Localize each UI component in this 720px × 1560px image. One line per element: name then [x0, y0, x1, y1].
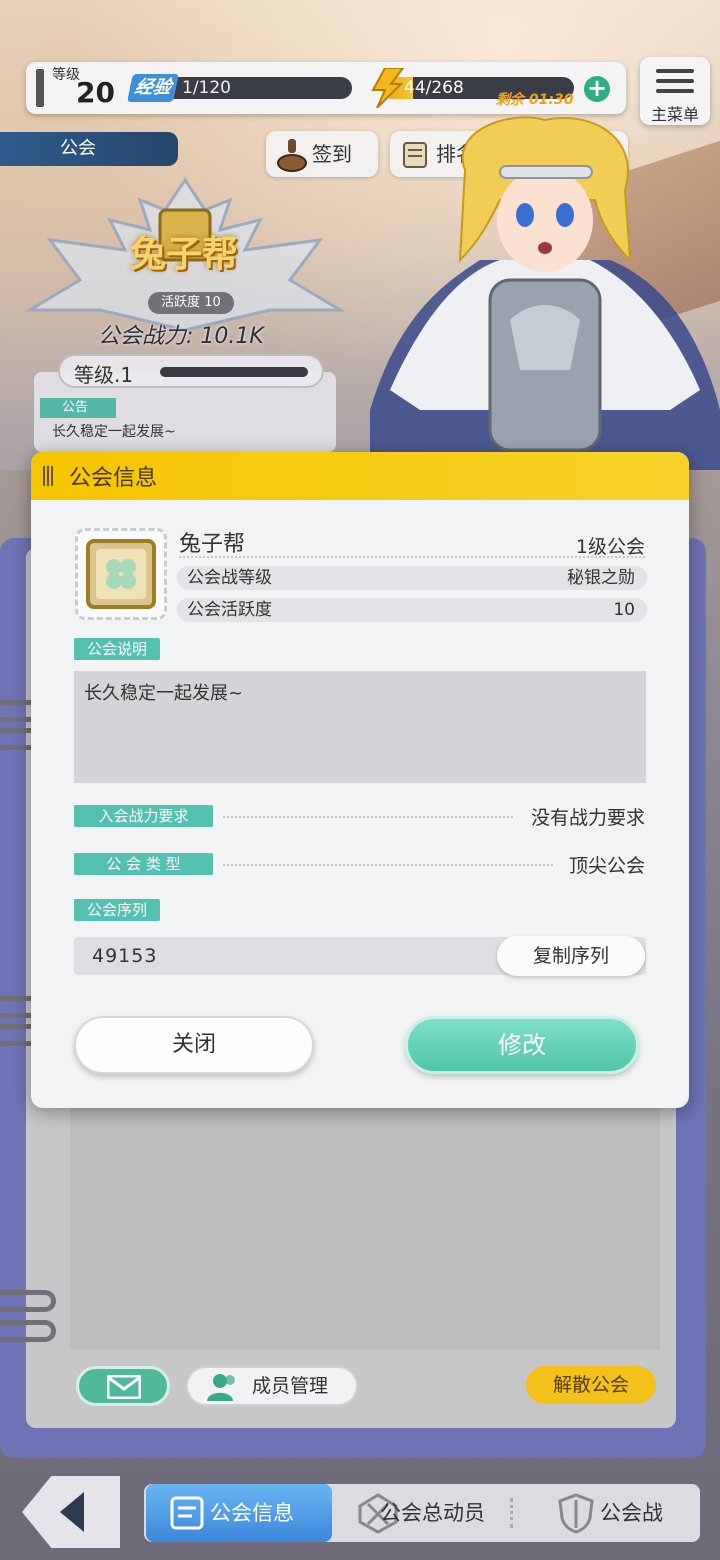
dialog-title: 公会信息	[69, 466, 158, 491]
member-management-button[interactable]: 成员管理	[186, 1366, 358, 1406]
dialog-guild-rank: 1级公会	[575, 536, 645, 558]
back-arrow-icon	[60, 1492, 84, 1532]
guild-crest	[75, 528, 167, 620]
shield-icon	[558, 1493, 594, 1534]
stamina-value: 44/268	[404, 78, 464, 98]
guild-type-tag: 公 会 类 型	[74, 853, 213, 875]
close-button[interactable]: 关闭	[74, 1016, 314, 1074]
notebook-ring	[0, 1290, 56, 1312]
tab-guild-war[interactable]: 公会战	[536, 1484, 696, 1542]
level-value: 20	[76, 76, 115, 109]
grip-icon	[43, 466, 55, 486]
guild-info-dialog: 公会信息 兔子帮 1级公会 公会战等级 秘银之勋 公会活跃度 10 公会说明 长…	[31, 452, 689, 1108]
info-value: 秘银之勋	[567, 568, 635, 588]
tab-guild-mobilization[interactable]: 公会总动员	[336, 1484, 508, 1542]
guild-name-title: 兔子帮	[130, 234, 239, 275]
tab-guild-info[interactable]: 公会信息	[146, 1484, 332, 1542]
divider	[223, 816, 513, 818]
bottom-tab-bar: 公会信息 公会总动员 公会战	[144, 1484, 700, 1542]
guild-activity-badge: 活跃度 10	[148, 292, 234, 314]
guild-level-bar: 等级.1	[58, 354, 324, 388]
edit-button[interactable]: 修改	[405, 1016, 639, 1074]
tab-guild-mobilization-label: 公会总动员	[380, 1501, 485, 1525]
tab-divider	[510, 1498, 513, 1528]
dialog-header: 公会信息	[31, 452, 689, 500]
guild-section-tag: 公会	[0, 132, 178, 166]
tab-guild-info-label: 公会信息	[210, 1501, 294, 1525]
exp-value: 1/120	[182, 78, 231, 98]
guild-level-progress	[160, 367, 308, 377]
guild-type-value: 顶尖公会	[568, 855, 645, 877]
description-tag: 公会说明	[74, 638, 160, 660]
info-row-activity: 公会活跃度 10	[177, 598, 647, 622]
info-value: 10	[613, 600, 635, 620]
exp-tag: 经验	[127, 74, 179, 102]
notebook-ring	[0, 1320, 56, 1342]
guild-level-label: 等级.1	[74, 363, 134, 387]
guild-info-icon	[170, 1496, 204, 1530]
members-icon	[207, 1374, 235, 1401]
clover-icon	[86, 539, 156, 609]
power-requirement-tag: 入会战力要求	[74, 805, 213, 827]
info-row-war-level: 公会战等级 秘银之勋	[177, 566, 647, 590]
tab-guild-war-label: 公会战	[600, 1501, 663, 1525]
copy-serial-button[interactable]: 复制序列	[497, 936, 645, 976]
serial-tag: 公会序列	[74, 899, 160, 921]
mail-button[interactable]	[76, 1366, 170, 1406]
level-divider	[36, 69, 44, 107]
stamp-icon	[277, 139, 307, 172]
power-requirement-value: 没有战力要求	[530, 807, 645, 829]
menu-icon	[656, 69, 694, 99]
dialog-guild-name: 兔子帮	[179, 532, 246, 557]
divider	[223, 864, 553, 866]
add-stamina-button[interactable]: +	[584, 76, 610, 102]
notebook-paper	[70, 1100, 660, 1350]
divider	[179, 556, 645, 558]
notice-text: 长久稳定一起发展~	[52, 424, 176, 440]
info-key: 公会活跃度	[187, 600, 272, 620]
mail-icon	[107, 1375, 141, 1399]
member-management-label: 成员管理	[252, 1375, 329, 1397]
character-illustration	[370, 116, 720, 470]
guild-description: 长久稳定一起发展~	[74, 671, 646, 783]
stamina-timer: 剩余 01:30	[496, 92, 574, 108]
player-status-bar: 等级 20 经验 1/120 44/268 剩余 01:30 +	[26, 62, 626, 114]
disband-guild-button[interactable]: 解散公会	[526, 1366, 656, 1404]
guild-power: 公会战力: 10.1K	[98, 324, 264, 349]
info-key: 公会战等级	[187, 568, 272, 588]
lightning-icon	[371, 68, 405, 108]
notice-tag: 公告	[40, 398, 116, 418]
